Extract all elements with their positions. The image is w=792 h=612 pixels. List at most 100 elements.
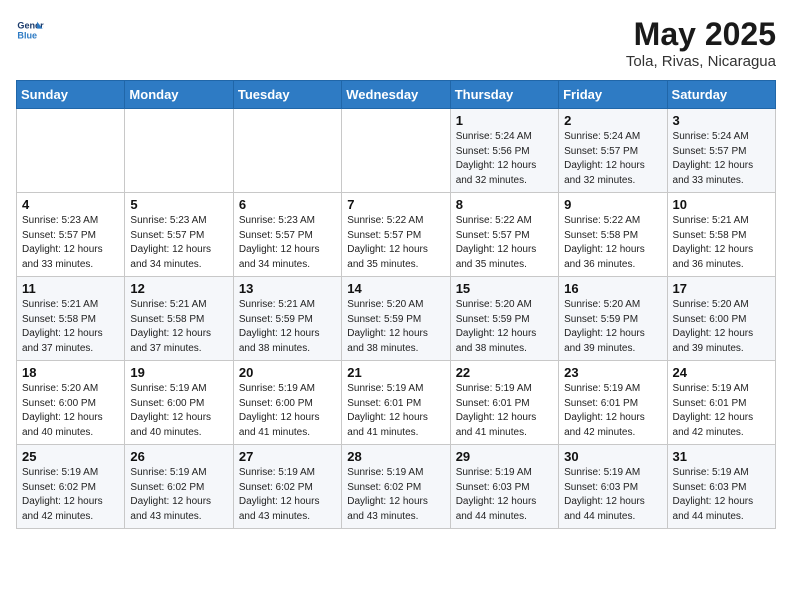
day-number: 25 — [22, 449, 119, 464]
calendar-week-row: 25 Sunrise: 5:19 AM Sunset: 6:02 PM Dayli… — [17, 445, 776, 529]
day-info: Sunrise: 5:20 AM Sunset: 6:00 PM Dayligh… — [22, 382, 119, 440]
day-info: Sunrise: 5:19 AM Sunset: 6:01 PM Dayligh… — [564, 382, 661, 440]
calendar-cell: 30 Sunrise: 5:19 AM Sunset: 6:03 PM Dayli… — [559, 445, 667, 529]
day-number: 18 — [22, 365, 119, 380]
calendar-cell: 1 Sunrise: 5:24 AM Sunset: 5:56 PM Daylig… — [450, 109, 558, 193]
day-info: Sunrise: 5:20 AM Sunset: 5:59 PM Dayligh… — [347, 298, 444, 356]
page-header: General Blue May 2025 Tola, Rivas, Nicar… — [16, 16, 776, 70]
day-number: 4 — [22, 197, 119, 212]
day-info: Sunrise: 5:21 AM Sunset: 5:58 PM Dayligh… — [22, 298, 119, 356]
day-number: 10 — [673, 197, 770, 212]
day-info: Sunrise: 5:23 AM Sunset: 5:57 PM Dayligh… — [130, 214, 227, 272]
day-info: Sunrise: 5:22 AM Sunset: 5:57 PM Dayligh… — [347, 214, 444, 272]
title-block: May 2025 Tola, Rivas, Nicaragua — [626, 16, 776, 70]
day-of-week-header: Wednesday — [342, 81, 450, 109]
day-info: Sunrise: 5:21 AM Sunset: 5:59 PM Dayligh… — [239, 298, 336, 356]
calendar-cell: 24 Sunrise: 5:19 AM Sunset: 6:01 PM Dayli… — [667, 361, 775, 445]
day-of-week-header: Monday — [125, 81, 233, 109]
day-info: Sunrise: 5:19 AM Sunset: 6:00 PM Dayligh… — [130, 382, 227, 440]
day-number: 1 — [456, 113, 553, 128]
calendar-cell: 13Sunrise: 5:21 AM Sunset: 5:59 PM Dayli… — [233, 277, 341, 361]
svg-text:Blue: Blue — [17, 30, 37, 40]
calendar-week-row: 18 Sunrise: 5:20 AM Sunset: 6:00 PM Dayli… — [17, 361, 776, 445]
day-info: Sunrise: 5:19 AM Sunset: 6:01 PM Dayligh… — [347, 382, 444, 440]
day-info: Sunrise: 5:22 AM Sunset: 5:58 PM Dayligh… — [564, 214, 661, 272]
calendar-cell: 9 Sunrise: 5:22 AM Sunset: 5:58 PM Daylig… — [559, 193, 667, 277]
calendar-cell: 8Sunrise: 5:22 AM Sunset: 5:57 PM Daylig… — [450, 193, 558, 277]
calendar-cell: 17 Sunrise: 5:20 AM Sunset: 6:00 PM Dayli… — [667, 277, 775, 361]
calendar-cell: 3 Sunrise: 5:24 AM Sunset: 5:57 PM Daylig… — [667, 109, 775, 193]
day-number: 16 — [564, 281, 661, 296]
day-number: 26 — [130, 449, 227, 464]
calendar-cell — [17, 109, 125, 193]
calendar-cell: 11 Sunrise: 5:21 AM Sunset: 5:58 PM Dayli… — [17, 277, 125, 361]
day-info: Sunrise: 5:19 AM Sunset: 6:02 PM Dayligh… — [130, 466, 227, 524]
calendar-cell — [233, 109, 341, 193]
day-info: Sunrise: 5:19 AM Sunset: 6:01 PM Dayligh… — [673, 382, 770, 440]
day-info: Sunrise: 5:20 AM Sunset: 5:59 PM Dayligh… — [456, 298, 553, 356]
day-info: Sunrise: 5:19 AM Sunset: 6:02 PM Dayligh… — [22, 466, 119, 524]
calendar-cell: 5 Sunrise: 5:23 AM Sunset: 5:57 PM Daylig… — [125, 193, 233, 277]
day-info: Sunrise: 5:20 AM Sunset: 5:59 PM Dayligh… — [564, 298, 661, 356]
day-info: Sunrise: 5:23 AM Sunset: 5:57 PM Dayligh… — [239, 214, 336, 272]
day-info: Sunrise: 5:22 AM Sunset: 5:57 PM Dayligh… — [456, 214, 553, 272]
day-number: 6 — [239, 197, 336, 212]
calendar-week-row: 1 Sunrise: 5:24 AM Sunset: 5:56 PM Daylig… — [17, 109, 776, 193]
logo: General Blue — [16, 16, 44, 44]
calendar-cell: 25 Sunrise: 5:19 AM Sunset: 6:02 PM Dayli… — [17, 445, 125, 529]
calendar-cell: 14Sunrise: 5:20 AM Sunset: 5:59 PM Dayli… — [342, 277, 450, 361]
calendar-cell: 19 Sunrise: 5:19 AM Sunset: 6:00 PM Dayli… — [125, 361, 233, 445]
day-of-week-header: Tuesday — [233, 81, 341, 109]
day-number: 28 — [347, 449, 444, 464]
calendar-cell: 20Sunrise: 5:19 AM Sunset: 6:00 PM Dayli… — [233, 361, 341, 445]
day-info: Sunrise: 5:19 AM Sunset: 6:02 PM Dayligh… — [347, 466, 444, 524]
day-number: 31 — [673, 449, 770, 464]
day-number: 17 — [673, 281, 770, 296]
day-info: Sunrise: 5:19 AM Sunset: 6:03 PM Dayligh… — [456, 466, 553, 524]
day-number: 20 — [239, 365, 336, 380]
calendar-cell — [125, 109, 233, 193]
calendar-cell: 2 Sunrise: 5:24 AM Sunset: 5:57 PM Daylig… — [559, 109, 667, 193]
calendar-cell: 29 Sunrise: 5:19 AM Sunset: 6:03 PM Dayli… — [450, 445, 558, 529]
calendar-cell: 10 Sunrise: 5:21 AM Sunset: 5:58 PM Dayli… — [667, 193, 775, 277]
calendar-cell: 27 Sunrise: 5:19 AM Sunset: 6:02 PM Dayli… — [233, 445, 341, 529]
month-title: May 2025 — [626, 16, 776, 53]
day-info: Sunrise: 5:20 AM Sunset: 6:00 PM Dayligh… — [673, 298, 770, 356]
calendar-week-row: 4 Sunrise: 5:23 AM Sunset: 5:57 PM Daylig… — [17, 193, 776, 277]
day-number: 3 — [673, 113, 770, 128]
day-number: 29 — [456, 449, 553, 464]
day-number: 15 — [456, 281, 553, 296]
calendar-cell: 12 Sunrise: 5:21 AM Sunset: 5:58 PM Dayli… — [125, 277, 233, 361]
calendar-cell: 28 Sunrise: 5:19 AM Sunset: 6:02 PM Dayli… — [342, 445, 450, 529]
day-info: Sunrise: 5:24 AM Sunset: 5:57 PM Dayligh… — [564, 130, 661, 188]
day-number: 12 — [130, 281, 227, 296]
day-info: Sunrise: 5:19 AM Sunset: 6:01 PM Dayligh… — [456, 382, 553, 440]
day-number: 27 — [239, 449, 336, 464]
day-info: Sunrise: 5:19 AM Sunset: 6:03 PM Dayligh… — [564, 466, 661, 524]
day-number: 19 — [130, 365, 227, 380]
day-info: Sunrise: 5:24 AM Sunset: 5:56 PM Dayligh… — [456, 130, 553, 188]
calendar-cell: 18 Sunrise: 5:20 AM Sunset: 6:00 PM Dayli… — [17, 361, 125, 445]
day-number: 9 — [564, 197, 661, 212]
location: Tola, Rivas, Nicaragua — [626, 53, 776, 70]
day-info: Sunrise: 5:24 AM Sunset: 5:57 PM Dayligh… — [673, 130, 770, 188]
day-number: 5 — [130, 197, 227, 212]
day-info: Sunrise: 5:21 AM Sunset: 5:58 PM Dayligh… — [130, 298, 227, 356]
calendar-week-row: 11 Sunrise: 5:21 AM Sunset: 5:58 PM Dayli… — [17, 277, 776, 361]
day-of-week-header: Sunday — [17, 81, 125, 109]
calendar-table: SundayMondayTuesdayWednesdayThursdayFrid… — [16, 80, 776, 529]
calendar-cell: 16 Sunrise: 5:20 AM Sunset: 5:59 PM Dayli… — [559, 277, 667, 361]
day-info: Sunrise: 5:21 AM Sunset: 5:58 PM Dayligh… — [673, 214, 770, 272]
day-info: Sunrise: 5:19 AM Sunset: 6:02 PM Dayligh… — [239, 466, 336, 524]
day-number: 11 — [22, 281, 119, 296]
calendar-cell: 23Sunrise: 5:19 AM Sunset: 6:01 PM Dayli… — [559, 361, 667, 445]
calendar-cell: 6 Sunrise: 5:23 AM Sunset: 5:57 PM Daylig… — [233, 193, 341, 277]
day-number: 24 — [673, 365, 770, 380]
day-number: 22 — [456, 365, 553, 380]
day-number: 30 — [564, 449, 661, 464]
calendar-body: 1 Sunrise: 5:24 AM Sunset: 5:56 PM Daylig… — [17, 109, 776, 529]
calendar-cell: 31Sunrise: 5:19 AM Sunset: 6:03 PM Dayli… — [667, 445, 775, 529]
day-number: 7 — [347, 197, 444, 212]
day-number: 2 — [564, 113, 661, 128]
day-of-week-header: Thursday — [450, 81, 558, 109]
